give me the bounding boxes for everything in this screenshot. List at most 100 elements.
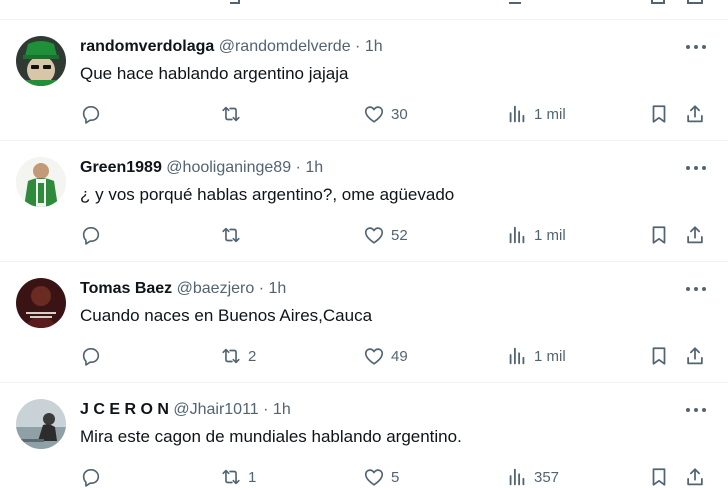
bookmark-icon <box>652 226 666 244</box>
avatar[interactable] <box>16 399 66 449</box>
tweet-text: Que hace hablando argentino jajaja <box>80 64 349 83</box>
bookmark-button[interactable] <box>648 103 670 125</box>
bookmark-icon <box>652 105 666 123</box>
heart-icon <box>364 469 384 486</box>
previous-tweet-actions-strip <box>0 0 728 20</box>
reply-icon <box>82 469 100 487</box>
tweet-header: Tomas Baez @baezjero · 1h <box>80 279 286 299</box>
timestamp[interactable]: 1h <box>273 401 291 418</box>
like-button[interactable]: 30 <box>363 103 408 125</box>
tweet-actions: 2 49 1 mil <box>0 345 728 367</box>
avatar-green-jersey-icon <box>16 157 66 207</box>
avatar[interactable] <box>16 278 66 328</box>
share-button[interactable] <box>684 466 706 488</box>
display-name[interactable]: Green1989 <box>80 159 162 176</box>
views-button[interactable]: 1 mil <box>506 103 566 125</box>
bookmark-button[interactable] <box>648 224 670 246</box>
more-options-icon[interactable] <box>686 44 706 50</box>
views-count: 1 mil <box>534 105 566 123</box>
retweet-count: 1 <box>248 468 257 486</box>
share-button[interactable] <box>684 224 706 246</box>
like-button[interactable]: 49 <box>363 345 408 367</box>
heart-icon <box>364 348 384 365</box>
username[interactable]: @baezjero <box>177 280 255 297</box>
views-button[interactable]: 1 mil <box>506 345 566 367</box>
reply-button[interactable] <box>80 466 108 488</box>
tweet[interactable]: Green1989 @hooliganinge89 · 1h ¿ y vos p… <box>0 141 728 262</box>
tweet[interactable]: Tomas Baez @baezjero · 1h Cuando naces e… <box>0 262 728 383</box>
more-options-icon[interactable] <box>686 407 706 413</box>
previous-retweet-icon-stub <box>230 0 240 4</box>
timestamp[interactable]: 1h <box>305 159 323 176</box>
retweet-button[interactable] <box>220 103 248 125</box>
display-name[interactable]: J C E R O N <box>80 401 169 418</box>
reply-button[interactable] <box>80 345 108 367</box>
bookmark-icon <box>652 468 666 486</box>
retweet-icon <box>222 469 240 485</box>
tweet-text: Mira este cagon de mundiales hablando ar… <box>80 427 462 446</box>
username[interactable]: @hooliganinge89 <box>166 159 291 176</box>
timestamp[interactable]: 1h <box>365 38 383 55</box>
views-count: 1 mil <box>534 226 566 244</box>
share-icon <box>687 105 703 123</box>
views-button[interactable]: 1 mil <box>506 224 566 246</box>
share-button[interactable] <box>684 345 706 367</box>
previous-bookmark-icon-stub <box>651 0 665 4</box>
reply-icon <box>82 106 100 124</box>
like-count: 30 <box>391 105 408 123</box>
avatar[interactable] <box>16 36 66 86</box>
heart-icon <box>364 227 384 244</box>
retweet-icon <box>222 227 240 243</box>
separator-dot: · <box>263 401 269 418</box>
like-count: 5 <box>391 468 400 486</box>
username[interactable]: @Jhair1011 <box>173 401 258 418</box>
views-icon <box>509 226 525 244</box>
more-options-icon[interactable] <box>686 165 706 171</box>
avatar-green-hat-icon <box>16 36 66 86</box>
like-button[interactable]: 52 <box>363 224 408 246</box>
tweet-header: Green1989 @hooliganinge89 · 1h <box>80 158 323 178</box>
separator-dot: · <box>355 38 361 55</box>
username[interactable]: @randomdelverde <box>219 38 351 55</box>
tweet-actions: 1 5 357 <box>0 466 728 488</box>
views-icon <box>509 468 525 486</box>
views-count: 357 <box>534 468 560 486</box>
retweet-icon <box>222 106 240 122</box>
retweet-count: 2 <box>248 347 257 365</box>
share-icon <box>687 468 703 486</box>
reply-icon <box>82 348 100 366</box>
tweet-text: ¿ y vos porqué hablas argentino?, ome ag… <box>80 185 455 204</box>
tweet[interactable]: J C E R O N @Jhair1011 · 1h Mira este ca… <box>0 383 728 488</box>
bookmark-button[interactable] <box>648 466 670 488</box>
reply-icon <box>82 227 100 245</box>
previous-share-icon-stub <box>687 0 703 4</box>
separator-dot: · <box>295 159 301 176</box>
tweet[interactable]: randomverdolaga @randomdelverde · 1h Que… <box>0 20 728 141</box>
like-button[interactable]: 5 <box>363 466 399 488</box>
separator-dot: · <box>258 280 265 297</box>
reply-button[interactable] <box>80 103 108 125</box>
tweet-header: randomverdolaga @randomdelverde · 1h <box>80 37 383 57</box>
heart-icon <box>364 106 384 123</box>
like-count: 52 <box>391 226 408 244</box>
display-name[interactable]: randomverdolaga <box>80 38 214 55</box>
reply-button[interactable] <box>80 224 108 246</box>
timestamp[interactable]: 1h <box>269 280 287 297</box>
retweet-button[interactable]: 2 <box>220 345 256 367</box>
views-button[interactable]: 357 <box>506 466 559 488</box>
views-icon <box>509 105 525 123</box>
retweet-icon <box>222 348 240 364</box>
retweet-button[interactable] <box>220 224 248 246</box>
like-count: 49 <box>391 347 408 365</box>
share-icon <box>687 347 703 365</box>
bookmark-button[interactable] <box>648 345 670 367</box>
retweet-button[interactable]: 1 <box>220 466 256 488</box>
display-name[interactable]: Tomas Baez <box>80 280 172 297</box>
views-count: 1 mil <box>534 347 566 365</box>
avatar-dark-red-icon <box>16 278 66 328</box>
share-icon <box>687 226 703 244</box>
share-button[interactable] <box>684 103 706 125</box>
tweet-header: J C E R O N @Jhair1011 · 1h <box>80 400 291 420</box>
more-options-icon[interactable] <box>686 286 706 292</box>
avatar[interactable] <box>16 157 66 207</box>
